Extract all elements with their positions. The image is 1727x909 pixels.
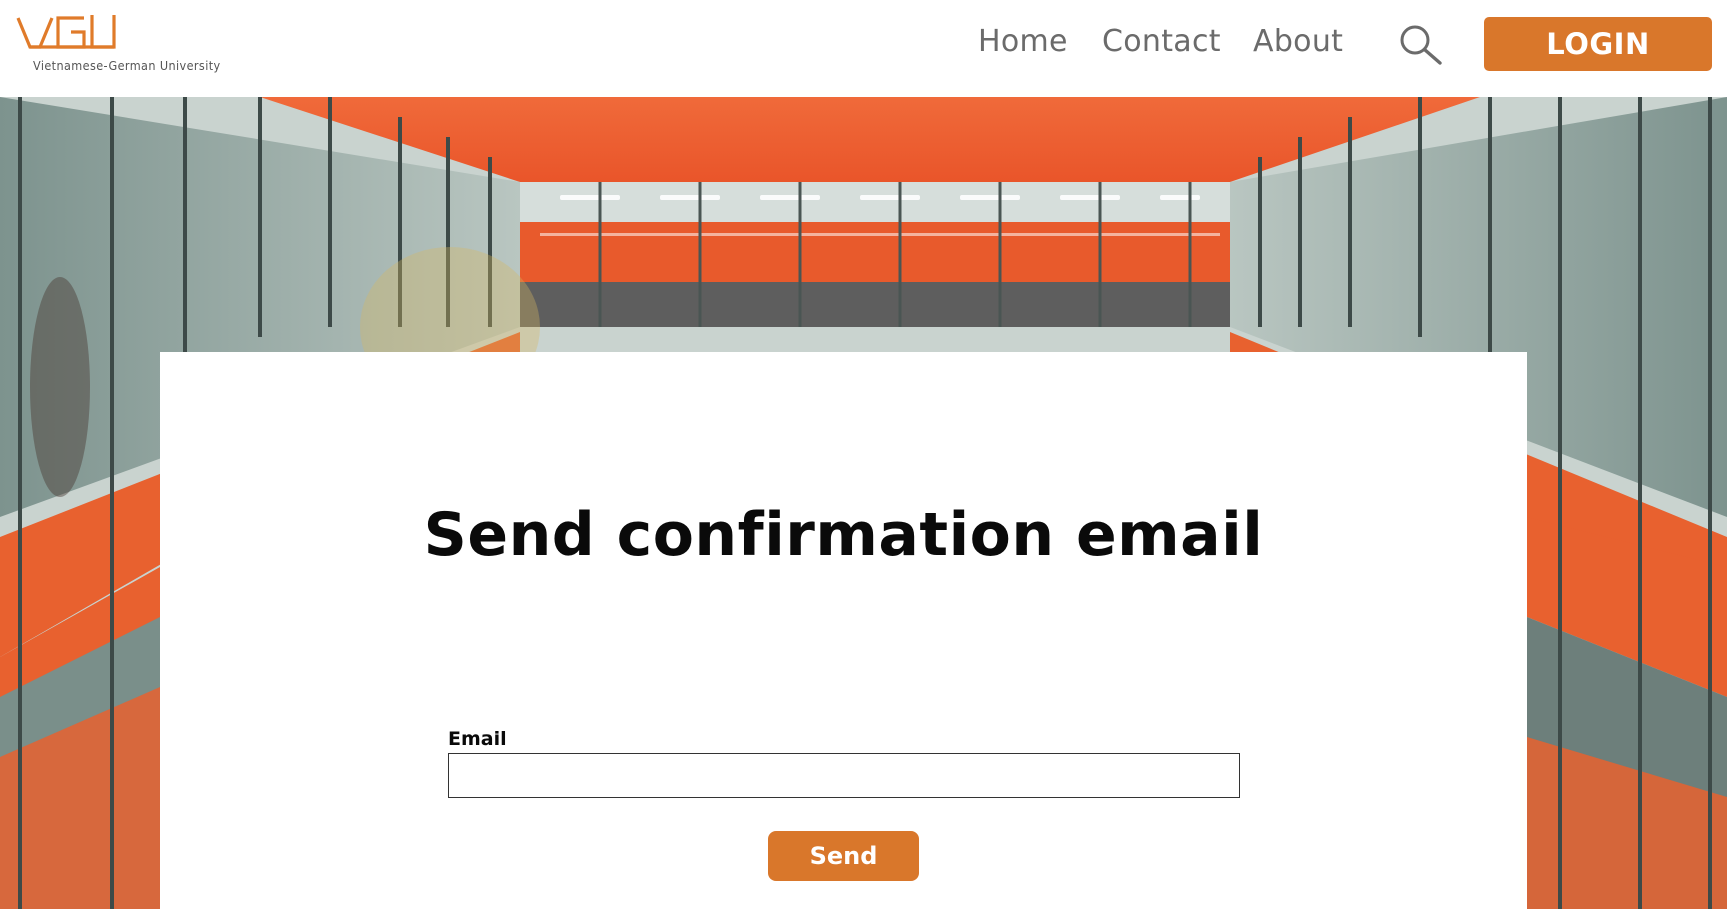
vgu-logo[interactable]: Vietnamese-German University <box>16 12 226 76</box>
email-label: Email <box>448 728 507 750</box>
logo-caption: Vietnamese-German University <box>33 58 221 73</box>
confirmation-card: Send confirmation email Email Send <box>160 352 1527 909</box>
email-field[interactable] <box>448 753 1240 798</box>
site-header: Vietnamese-German University Home Contac… <box>0 0 1727 97</box>
login-button[interactable]: LOGIN <box>1484 17 1712 71</box>
nav-about[interactable]: About <box>1253 24 1343 59</box>
page-title: Send confirmation email <box>423 500 1264 570</box>
nav-home[interactable]: Home <box>978 24 1068 59</box>
search-icon[interactable] <box>1398 24 1444 66</box>
send-button[interactable]: Send <box>768 831 919 881</box>
vgu-logo-mark <box>16 15 116 49</box>
nav-contact[interactable]: Contact <box>1102 24 1221 59</box>
